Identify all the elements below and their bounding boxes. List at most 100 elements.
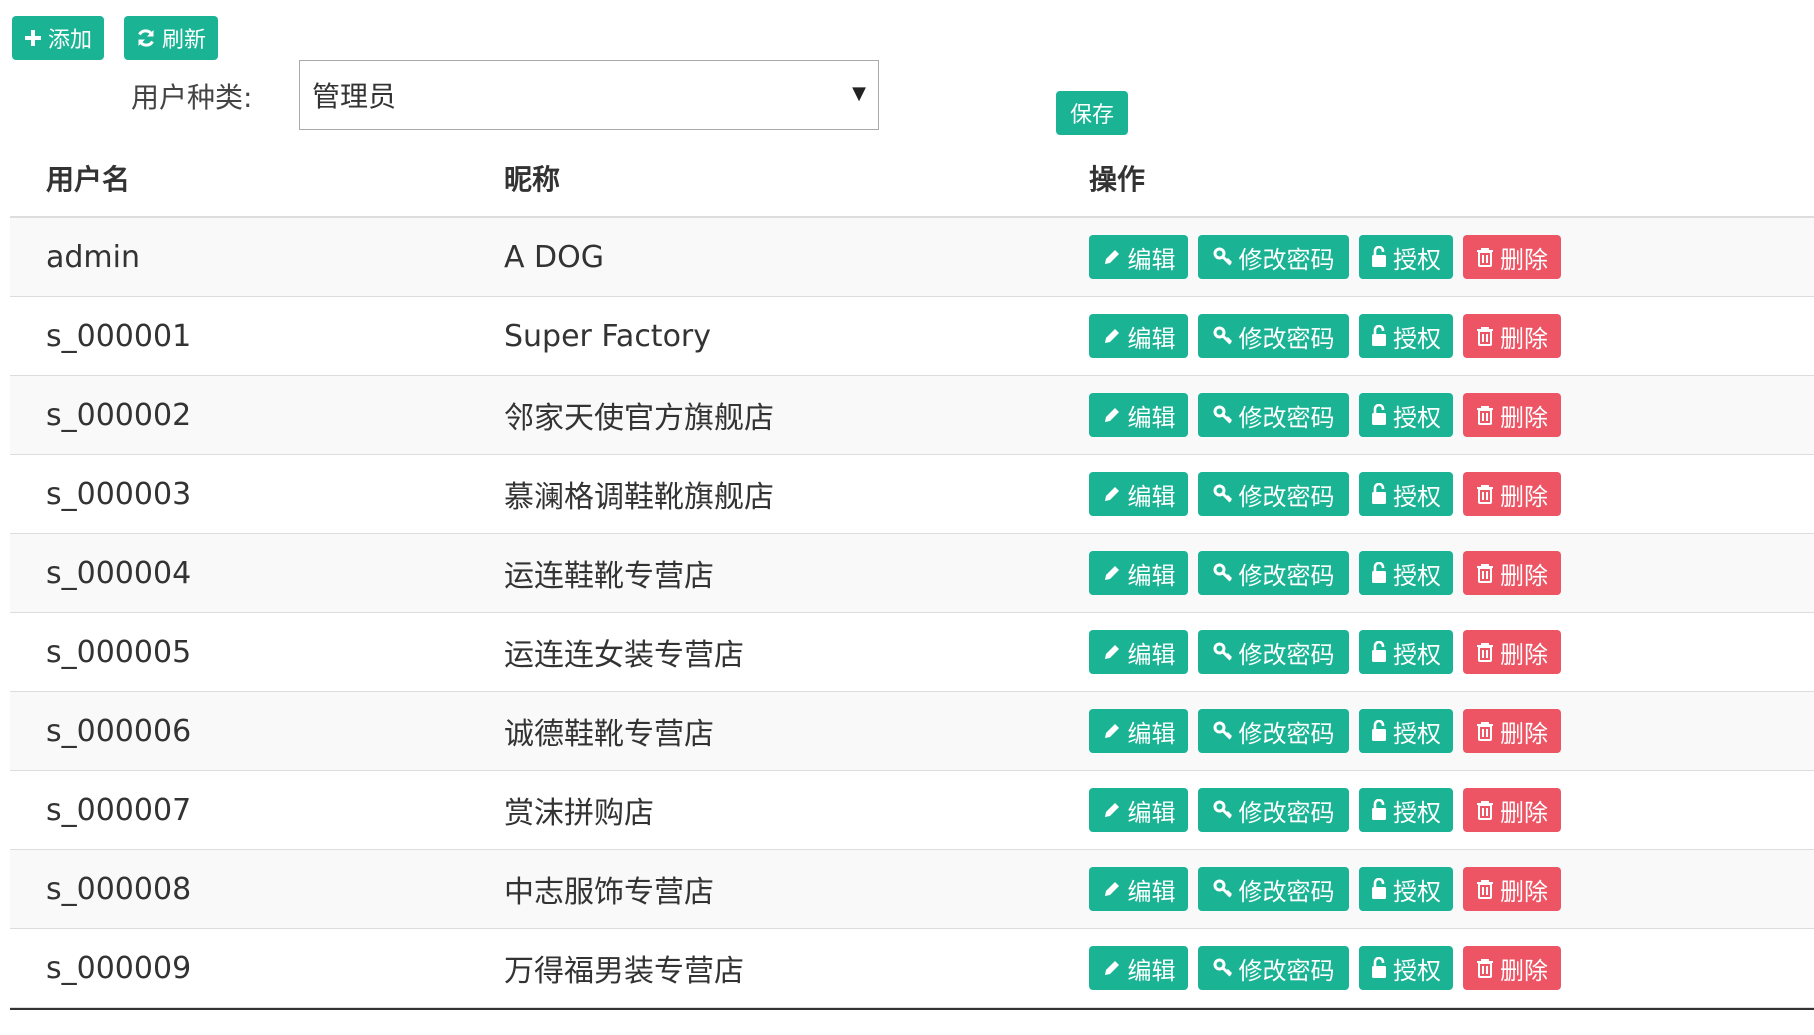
change-password-button[interactable]: 修改密码 [1198, 788, 1349, 832]
delete-label: 删除 [1500, 640, 1548, 669]
delete-button[interactable]: 删除 [1463, 393, 1561, 437]
delete-button[interactable]: 删除 [1463, 630, 1561, 674]
delete-button[interactable]: 删除 [1463, 551, 1561, 595]
pencil-icon [1102, 247, 1122, 267]
change-password-button[interactable]: 修改密码 [1198, 393, 1349, 437]
authorize-label: 授权 [1393, 561, 1441, 590]
edit-button-label: 编辑 [1127, 877, 1176, 906]
change-password-label: 修改密码 [1238, 482, 1335, 511]
edit-button[interactable]: 编辑 [1089, 235, 1188, 279]
key-icon [1213, 721, 1233, 741]
delete-button[interactable]: 删除 [1463, 235, 1561, 279]
key-icon [1213, 642, 1233, 662]
pencil-icon [1102, 721, 1122, 741]
delete-button[interactable]: 删除 [1463, 314, 1561, 358]
authorize-button[interactable]: 授权 [1359, 393, 1453, 437]
plus-icon [24, 29, 42, 47]
unlock-icon [1371, 483, 1387, 505]
actions-cell: 编辑 修改密码 授权 删除 [1089, 218, 1561, 296]
nickname-cell: 万得福男装专营店 [504, 954, 744, 989]
authorize-label: 授权 [1393, 640, 1441, 669]
delete-button[interactable]: 删除 [1463, 709, 1561, 753]
table-row: s_000004 运连鞋靴专营店 编辑 修改密码 授权 删除 [10, 534, 1814, 613]
delete-label: 删除 [1500, 403, 1548, 432]
header-username: 用户名 [46, 163, 131, 196]
key-icon [1213, 405, 1233, 425]
edit-button[interactable]: 编辑 [1089, 551, 1188, 595]
edit-button[interactable]: 编辑 [1089, 709, 1188, 753]
table-row: admin A DOG 编辑 修改密码 授权 删除 [10, 218, 1814, 297]
refresh-button[interactable]: 刷新 [124, 16, 219, 60]
add-button[interactable]: 添加 [12, 16, 105, 60]
save-button[interactable]: 保存 [1056, 91, 1128, 135]
edit-button[interactable]: 编辑 [1089, 867, 1188, 911]
unlock-icon [1371, 325, 1387, 347]
change-password-button[interactable]: 修改密码 [1198, 472, 1349, 516]
key-icon [1213, 247, 1233, 267]
authorize-button[interactable]: 授权 [1359, 472, 1453, 516]
change-password-button[interactable]: 修改密码 [1198, 235, 1349, 279]
edit-button-label: 编辑 [1127, 245, 1176, 274]
delete-label: 删除 [1500, 482, 1548, 511]
username-cell: s_000003 [46, 476, 192, 512]
actions-cell: 编辑 修改密码 授权 删除 [1089, 534, 1561, 612]
authorize-button[interactable]: 授权 [1359, 788, 1453, 832]
delete-label: 删除 [1500, 956, 1548, 985]
authorize-label: 授权 [1393, 482, 1441, 511]
edit-button-label: 编辑 [1127, 482, 1176, 511]
pencil-icon [1102, 405, 1122, 425]
change-password-label: 修改密码 [1238, 956, 1335, 985]
authorize-label: 授权 [1393, 403, 1441, 432]
user-table: 用户名 昵称 操作 admin A DOG 编辑 修改密码 授权 删除 s_00… [10, 144, 1814, 1010]
delete-label: 删除 [1500, 798, 1548, 827]
trash-icon [1476, 721, 1494, 741]
table-row: s_000003 慕澜格调鞋靴旗舰店 编辑 修改密码 授权 删除 [10, 455, 1814, 534]
username-cell: s_000008 [46, 871, 192, 907]
key-icon [1213, 879, 1233, 899]
authorize-button[interactable]: 授权 [1359, 630, 1453, 674]
refresh-button-label: 刷新 [162, 28, 207, 53]
edit-button[interactable]: 编辑 [1089, 630, 1188, 674]
trash-icon [1476, 879, 1494, 899]
delete-button[interactable]: 删除 [1463, 867, 1561, 911]
edit-button[interactable]: 编辑 [1089, 472, 1188, 516]
table-row: s_000008 中志服饰专营店 编辑 修改密码 授权 删除 [10, 850, 1814, 929]
authorize-button[interactable]: 授权 [1359, 551, 1453, 595]
edit-button[interactable]: 编辑 [1089, 946, 1188, 990]
delete-button[interactable]: 删除 [1463, 788, 1561, 832]
change-password-label: 修改密码 [1238, 719, 1335, 748]
delete-button[interactable]: 删除 [1463, 946, 1561, 990]
unlock-icon [1371, 404, 1387, 426]
change-password-button[interactable]: 修改密码 [1198, 709, 1349, 753]
table-row: s_000002 邻家天使官方旗舰店 编辑 修改密码 授权 删除 [10, 376, 1814, 455]
delete-button[interactable]: 删除 [1463, 472, 1561, 516]
authorize-button[interactable]: 授权 [1359, 235, 1453, 279]
edit-button[interactable]: 编辑 [1089, 393, 1188, 437]
delete-label: 删除 [1500, 561, 1548, 590]
change-password-button[interactable]: 修改密码 [1198, 630, 1349, 674]
authorize-button[interactable]: 授权 [1359, 314, 1453, 358]
actions-cell: 编辑 修改密码 授权 删除 [1089, 771, 1561, 849]
change-password-label: 修改密码 [1238, 561, 1335, 590]
trash-icon [1476, 326, 1494, 346]
change-password-label: 修改密码 [1238, 245, 1335, 274]
username-cell: s_000004 [46, 555, 192, 591]
authorize-button[interactable]: 授权 [1359, 867, 1453, 911]
username-cell: admin [46, 239, 140, 275]
change-password-button[interactable]: 修改密码 [1198, 946, 1349, 990]
change-password-label: 修改密码 [1238, 877, 1335, 906]
username-cell: s_000009 [46, 950, 192, 986]
authorize-button[interactable]: 授权 [1359, 709, 1453, 753]
nickname-cell: 诚德鞋靴专营店 [504, 717, 714, 752]
dropdown-arrow-icon: ▼ [852, 83, 866, 104]
authorize-button[interactable]: 授权 [1359, 946, 1453, 990]
user-type-select[interactable]: 管理员 ▼ [299, 60, 879, 130]
pencil-icon [1102, 326, 1122, 346]
unlock-icon [1371, 878, 1387, 900]
edit-button[interactable]: 编辑 [1089, 314, 1188, 358]
change-password-button[interactable]: 修改密码 [1198, 867, 1349, 911]
change-password-button[interactable]: 修改密码 [1198, 314, 1349, 358]
change-password-button[interactable]: 修改密码 [1198, 551, 1349, 595]
unlock-icon [1371, 641, 1387, 663]
edit-button[interactable]: 编辑 [1089, 788, 1188, 832]
